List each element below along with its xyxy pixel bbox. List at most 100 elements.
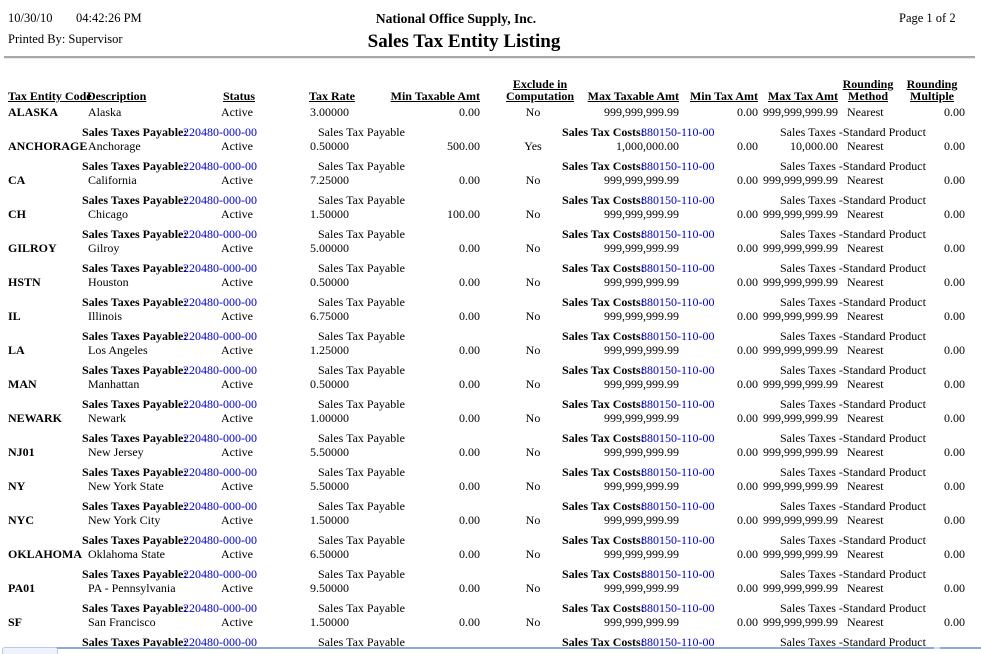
payable-account-description: Sales Tax Payable [318, 194, 405, 207]
entity-rounding-method: Nearest [847, 582, 884, 595]
entity-rounding-multiple: 0.00 [895, 106, 965, 119]
costs-account-description: Sales Taxes -Standard Product [780, 398, 926, 411]
entity-description: Oklahoma State [88, 548, 165, 561]
entity-status: Active [221, 378, 253, 391]
payable-account-link[interactable]: 220480-000-00 [183, 160, 257, 173]
payable-account-link[interactable]: 220480-000-00 [183, 364, 257, 377]
entity-exclude-in-computation: No [498, 446, 568, 459]
entity-rounding-method: Nearest [847, 378, 884, 391]
entity-exclude-in-computation: No [498, 174, 568, 187]
payable-account-link[interactable]: 220480-000-00 [183, 228, 257, 241]
gl-accounts-row: Sales Taxes Payable: 220480-000-00 Sales… [0, 228, 981, 241]
entity-row: NJ01 New Jersey Active 5.50000 0.00 No 9… [0, 446, 981, 459]
col-rounding-method: RoundingMethod [840, 78, 896, 102]
entity-tax-rate: 5.50000 [310, 480, 349, 493]
costs-account-link[interactable]: 880150-110-00 [641, 398, 715, 411]
entity-rounding-multiple: 0.00 [895, 378, 965, 391]
costs-account-link[interactable]: 880150-110-00 [641, 500, 715, 513]
costs-account-link[interactable]: 880150-110-00 [641, 364, 715, 377]
entity-code: NY [8, 480, 25, 493]
costs-account-link[interactable]: 880150-110-00 [641, 466, 715, 479]
entity-rounding-multiple: 0.00 [895, 344, 965, 357]
entity-row: OKLAHOMA Oklahoma State Active 6.50000 0… [0, 548, 981, 561]
entity-rounding-multiple: 0.00 [895, 548, 965, 561]
entity-tax-rate: 0.50000 [310, 140, 349, 153]
entity-min-taxable-amt: 100.00 [390, 208, 480, 221]
payable-account-description: Sales Tax Payable [318, 466, 405, 479]
entity-rounding-multiple: 0.00 [895, 514, 965, 527]
entity-group: MAN Manhattan Active 0.50000 0.00 No 999… [0, 378, 981, 412]
entity-max-tax-amt: 999,999,999.99 [748, 174, 838, 187]
payable-account-link[interactable]: 220480-000-00 [183, 602, 257, 615]
sales-tax-costs-label: Sales Tax Costs: [562, 364, 645, 377]
entity-min-taxable-amt: 0.00 [390, 548, 480, 561]
entity-max-tax-amt: 999,999,999.99 [748, 242, 838, 255]
sales-taxes-payable-label: Sales Taxes Payable: [82, 568, 187, 581]
entity-exclude-in-computation: No [498, 208, 568, 221]
entity-tax-rate: 3.00000 [310, 106, 349, 119]
costs-account-link[interactable]: 880150-110-00 [641, 126, 715, 139]
entity-group: ALASKA Alaska Active 3.00000 0.00 No 999… [0, 106, 981, 140]
sales-tax-costs-label: Sales Tax Costs: [562, 534, 645, 547]
scrollbar-track[interactable] [56, 647, 981, 649]
entity-code: ALASKA [8, 106, 58, 119]
horizontal-scrollbar[interactable] [0, 647, 981, 653]
entity-tax-rate: 0.50000 [310, 276, 349, 289]
entity-description: Anchorage [88, 140, 141, 153]
entity-max-tax-amt: 999,999,999.99 [748, 582, 838, 595]
costs-account-link[interactable]: 880150-110-00 [641, 262, 715, 275]
payable-account-link[interactable]: 220480-000-00 [183, 296, 257, 309]
entity-row: CA California Active 7.25000 0.00 No 999… [0, 174, 981, 187]
payable-account-link[interactable]: 220480-000-00 [183, 500, 257, 513]
entity-max-tax-amt: 10,000.00 [748, 140, 838, 153]
gl-accounts-row: Sales Taxes Payable: 220480-000-00 Sales… [0, 568, 981, 581]
costs-account-link[interactable]: 880150-110-00 [641, 194, 715, 207]
costs-account-description: Sales Taxes -Standard Product [780, 534, 926, 547]
entity-row: NYC New York City Active 1.50000 0.00 No… [0, 514, 981, 527]
costs-account-link[interactable]: 880150-110-00 [641, 568, 715, 581]
col-tax-entity-code: Tax Entity Code [8, 90, 92, 102]
costs-account-description: Sales Taxes -Standard Product [780, 160, 926, 173]
entity-description: Alaska [88, 106, 121, 119]
entity-code: IL [8, 310, 21, 323]
entity-rounding-multiple: 0.00 [895, 310, 965, 323]
sales-tax-costs-label: Sales Tax Costs: [562, 500, 645, 513]
entity-max-tax-amt: 999,999,999.99 [748, 378, 838, 391]
payable-account-link[interactable]: 220480-000-00 [183, 330, 257, 343]
gl-accounts-row: Sales Taxes Payable: 220480-000-00 Sales… [0, 432, 981, 445]
entity-code: NYC [8, 514, 34, 527]
entity-group: NY New York State Active 5.50000 0.00 No… [0, 480, 981, 514]
entity-tax-rate: 1.50000 [310, 514, 349, 527]
col-exclude-line2: Computation [506, 89, 574, 103]
entity-row: MAN Manhattan Active 0.50000 0.00 No 999… [0, 378, 981, 391]
entity-status: Active [221, 582, 253, 595]
entity-rounding-method: Nearest [847, 106, 884, 119]
entity-rounding-multiple: 0.00 [895, 412, 965, 425]
entity-exclude-in-computation: No [498, 310, 568, 323]
payable-account-link[interactable]: 220480-000-00 [183, 568, 257, 581]
entity-min-taxable-amt: 0.00 [390, 310, 480, 323]
entity-tax-rate: 6.50000 [310, 548, 349, 561]
entity-rounding-method: Nearest [847, 208, 884, 221]
col-max-tax-amt: Max Tax Amt [748, 90, 838, 102]
costs-account-link[interactable]: 880150-110-00 [641, 534, 715, 547]
costs-account-link[interactable]: 880150-110-00 [641, 330, 715, 343]
payable-account-link[interactable]: 220480-000-00 [183, 398, 257, 411]
costs-account-link[interactable]: 880150-110-00 [641, 160, 715, 173]
payable-account-link[interactable]: 220480-000-00 [183, 194, 257, 207]
entity-group: NJ01 New Jersey Active 5.50000 0.00 No 9… [0, 446, 981, 480]
payable-account-link[interactable]: 220480-000-00 [183, 432, 257, 445]
payable-account-link[interactable]: 220480-000-00 [183, 262, 257, 275]
col-rounding-multiple: RoundingMultiple [903, 78, 961, 102]
payable-account-link[interactable]: 220480-000-00 [183, 466, 257, 479]
payable-account-link[interactable]: 220480-000-00 [183, 534, 257, 547]
payable-account-description: Sales Tax Payable [318, 500, 405, 513]
entity-description: PA - Pennsylvania [88, 582, 176, 595]
costs-account-description: Sales Taxes -Standard Product [780, 500, 926, 513]
costs-account-link[interactable]: 880150-110-00 [641, 602, 715, 615]
costs-account-link[interactable]: 880150-110-00 [641, 432, 715, 445]
payable-account-link[interactable]: 220480-000-00 [183, 126, 257, 139]
costs-account-link[interactable]: 880150-110-00 [641, 296, 715, 309]
sales-tax-costs-label: Sales Tax Costs: [562, 160, 645, 173]
costs-account-link[interactable]: 880150-110-00 [641, 228, 715, 241]
